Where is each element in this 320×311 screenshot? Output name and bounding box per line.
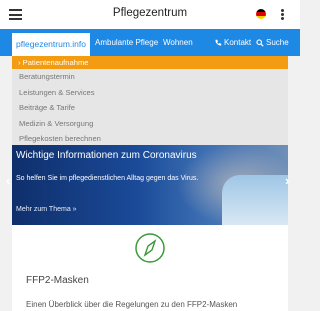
nav-home-tab[interactable]: pflegezentrum.info <box>12 33 90 56</box>
nav-ambulante-pflege[interactable]: Ambulante Pflege <box>95 29 158 56</box>
more-options-icon[interactable] <box>281 9 285 21</box>
menu-item-label: Patientenaufnahme <box>22 58 89 67</box>
nav-dropdown-menu: › Patientenaufnahme Beratungstermin Leis… <box>12 56 288 145</box>
nav-search[interactable]: Suche <box>256 29 289 56</box>
menu-item-leistungen[interactable]: Leistungen & Services <box>12 85 288 101</box>
info-card[interactable]: FFP2-Masken Einen Überblick über die Reg… <box>12 225 288 311</box>
app-title: Pflegezentrum <box>112 7 188 19</box>
phone-icon <box>215 39 222 46</box>
carousel-prev-icon[interactable]: ‹ <box>6 173 10 188</box>
hero-carousel[interactable]: Wichtige Informationen zum Coronavirus S… <box>12 145 288 225</box>
menu-item-patientenaufnahme[interactable]: › Patientenaufnahme <box>12 56 288 69</box>
hero-text: So helfen Sie im pflegedienstlichen Allt… <box>16 175 199 182</box>
contact-label: Kontakt <box>224 38 252 47</box>
main-nav: pflegezentrum.info Ambulante Pflege Wohn… <box>0 29 300 56</box>
hero-title: Wichtige Informationen zum Coronavirus <box>16 150 197 161</box>
nav-wohnen[interactable]: Wohnen <box>163 29 193 56</box>
menu-item-beitraege[interactable]: Beiträge & Tarife <box>12 100 288 116</box>
menu-item-medizin[interactable]: Medizin & Versorgung <box>12 116 288 132</box>
carousel-next-icon[interactable]: › <box>285 173 289 188</box>
hero-more-link[interactable]: Mehr zum Thema » <box>16 206 77 213</box>
card-title: FFP2-Masken <box>26 275 89 286</box>
card-text: Einen Überblick über die Regelungen zu d… <box>26 300 238 309</box>
menu-item-beratungstermin[interactable]: Beratungstermin <box>12 69 288 85</box>
nav-contact[interactable]: Kontakt <box>214 29 251 56</box>
search-label: Suche <box>266 38 289 47</box>
german-flag-icon[interactable] <box>256 9 266 19</box>
search-icon <box>256 39 264 47</box>
hero-mask-image <box>222 175 288 225</box>
compass-icon <box>135 233 165 263</box>
top-app-bar: Pflegezentrum <box>0 0 300 29</box>
